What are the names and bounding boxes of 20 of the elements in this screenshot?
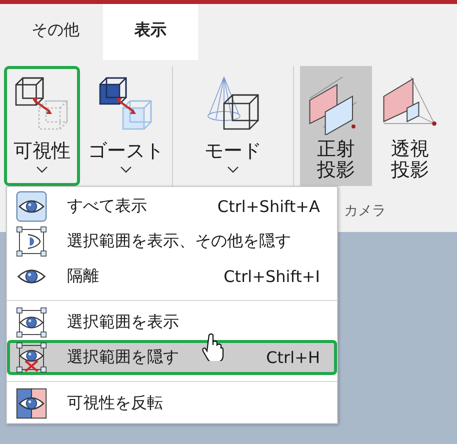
ribbon-button[interactable]: 正射投影 bbox=[300, 66, 372, 186]
ribbon-tab[interactable]: その他 bbox=[8, 4, 103, 60]
selected-eye-icon bbox=[16, 226, 47, 257]
ribbon-button[interactable]: モード bbox=[175, 66, 291, 186]
menu-item[interactable]: 選択範囲を隠す Ctrl+H bbox=[7, 340, 337, 375]
menu-item[interactable]: 可視性を反転 bbox=[7, 386, 337, 421]
ribbon-tab[interactable]: 表示 bbox=[103, 4, 198, 60]
ribbon-button[interactable]: 可視性 bbox=[4, 66, 80, 186]
selected-eye-icon bbox=[16, 307, 47, 338]
menu-item[interactable]: 選択範囲を表示、その他を隠す bbox=[7, 224, 337, 259]
half-eye-icon bbox=[16, 388, 47, 419]
eye-icon bbox=[16, 191, 47, 222]
menu-item[interactable]: 隔離 Ctrl+Shift+I bbox=[7, 259, 337, 294]
group-label: カメラ bbox=[344, 202, 386, 220]
ribbon-button[interactable]: 透視投影 bbox=[374, 66, 446, 186]
menu-item[interactable]: 選択範囲を表示 bbox=[7, 305, 337, 340]
hand-cursor-icon bbox=[202, 333, 224, 361]
hidden-eye-icon bbox=[16, 342, 47, 373]
ribbon-button[interactable]: ゴースト bbox=[82, 66, 170, 186]
menu-item[interactable]: すべて表示 Ctrl+Shift+A bbox=[7, 189, 337, 224]
